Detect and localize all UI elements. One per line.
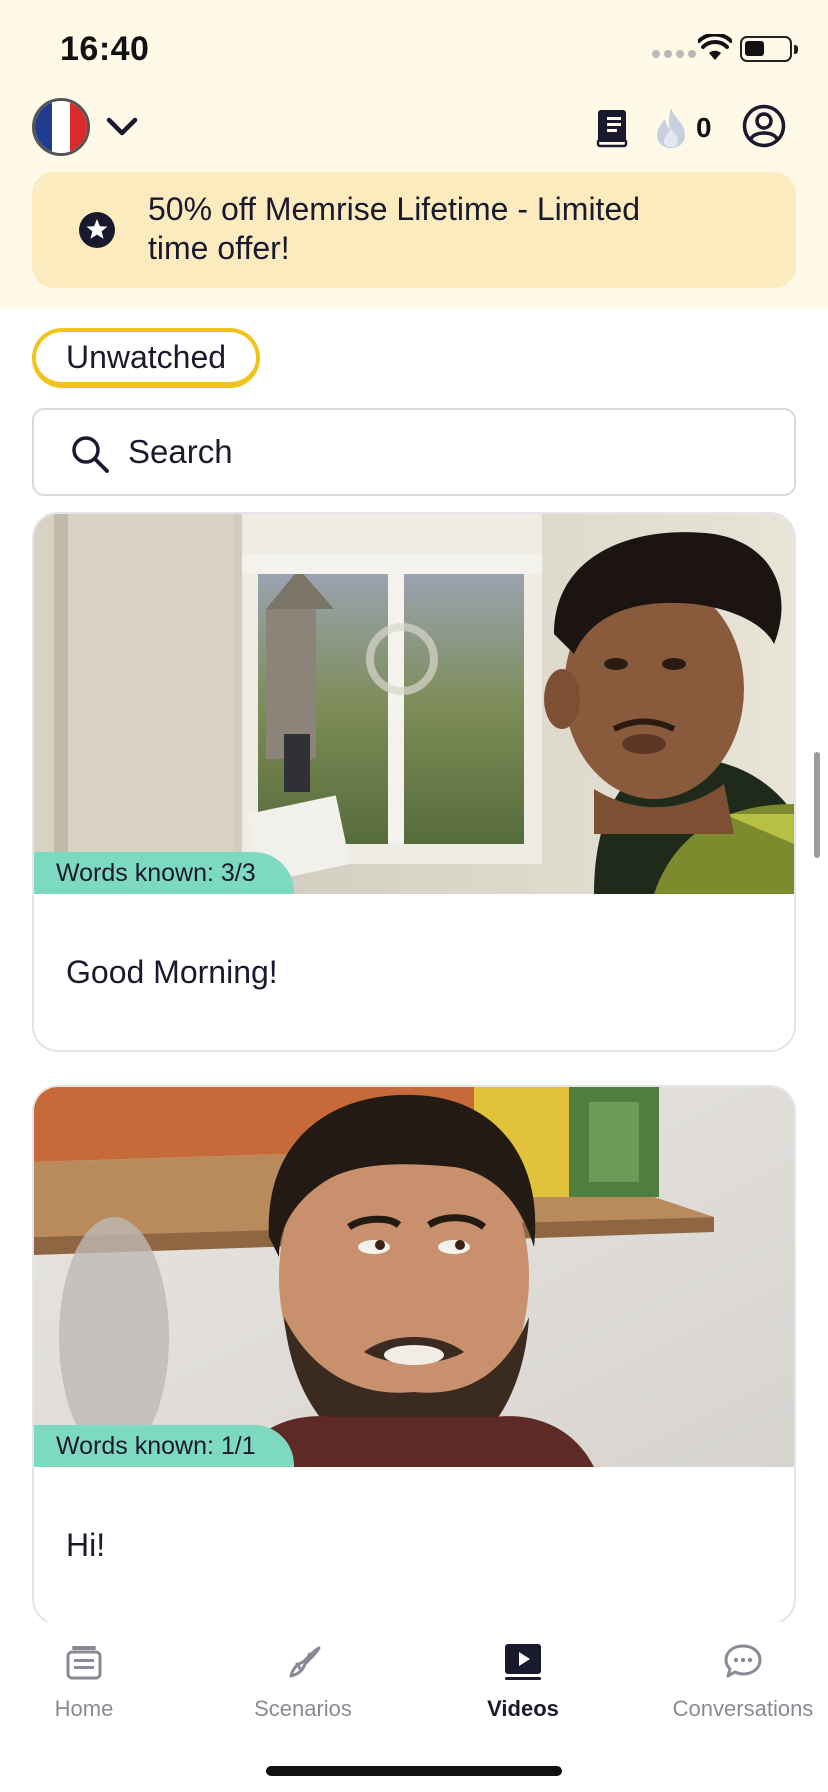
dictionary-book-icon[interactable] <box>594 108 630 148</box>
tab-label: Home <box>54 1696 114 1721</box>
flag-stripe-blue <box>35 101 53 153</box>
video-title: Good Morning! <box>66 954 278 990</box>
home-indicator <box>266 1766 562 1776</box>
video-card[interactable]: Words known: 3/3 Good Morning! <box>32 512 796 1052</box>
video-thumbnail[interactable]: Words known: 3/3 <box>34 514 794 894</box>
video-title: Hi! <box>66 1527 106 1563</box>
star-badge-icon <box>79 212 115 248</box>
profile-icon[interactable] <box>742 104 786 148</box>
status-time: 16:40 <box>60 30 150 68</box>
wifi-icon <box>698 34 732 60</box>
filter-unwatched-button[interactable]: Unwatched <box>32 328 260 388</box>
home-icon <box>66 1646 102 1680</box>
flag-stripe-white <box>52 101 70 153</box>
tab-home[interactable]: Home <box>0 1642 184 1722</box>
promo-banner[interactable]: 50% off Memrise Lifetime - Limited time … <box>32 172 796 288</box>
tab-label: Conversations <box>672 1696 814 1721</box>
scrollbar[interactable] <box>814 752 820 858</box>
tab-label: Scenarios <box>254 1696 352 1721</box>
battery-icon <box>740 36 798 62</box>
words-known-badge: Words known: 1/1 <box>34 1425 294 1467</box>
tab-scenarios[interactable]: Scenarios <box>203 1642 403 1722</box>
language-flag-button[interactable] <box>32 98 90 156</box>
tab-videos[interactable]: Videos <box>423 1642 623 1722</box>
tab-conversations[interactable]: Conversations <box>643 1642 828 1722</box>
battery-fill <box>745 41 764 56</box>
videos-icon <box>505 1644 541 1680</box>
scenarios-icon <box>289 1646 321 1678</box>
search-box[interactable] <box>32 408 796 496</box>
cellular-signal-icon <box>652 50 696 58</box>
streak-count: 0 <box>696 112 712 143</box>
words-known-badge: Words known: 3/3 <box>34 852 294 894</box>
streak-flame-icon[interactable] <box>654 106 688 150</box>
video-card[interactable]: Words known: 1/1 Hi! <box>32 1085 796 1625</box>
search-input[interactable] <box>128 424 768 480</box>
chevron-down-icon[interactable] <box>104 112 140 140</box>
video-thumbnail[interactable]: Words known: 1/1 <box>34 1087 794 1467</box>
promo-text: 50% off Memrise Lifetime - Limited time … <box>148 191 641 266</box>
conversations-icon <box>724 1644 762 1678</box>
status-bar: 16:40 <box>0 0 828 96</box>
tab-label: Videos <box>487 1696 559 1721</box>
search-icon <box>72 436 109 473</box>
